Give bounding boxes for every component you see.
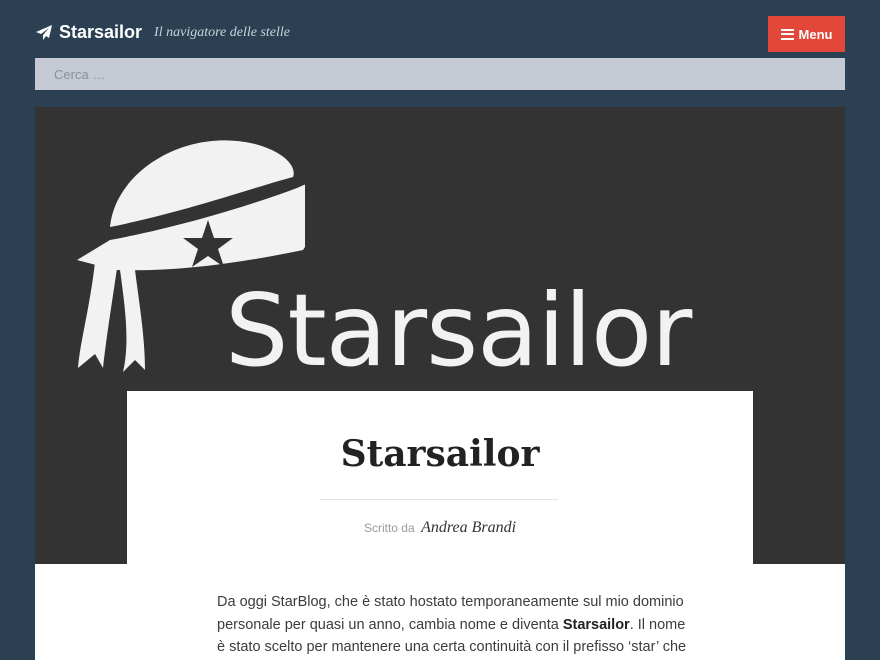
paper-plane-icon — [36, 24, 52, 40]
post-header-card: Starsailor Scritto da Andrea Brandi — [127, 391, 753, 564]
site-header: Starsailor Il navigatore delle stelle Me… — [35, 16, 845, 52]
search-input[interactable] — [35, 58, 845, 90]
title-divider — [320, 499, 558, 500]
menu-button-label: Menu — [798, 26, 833, 42]
hamburger-icon — [780, 28, 794, 40]
site-brand[interactable]: Starsailor Il navigatore delle stelle — [35, 22, 290, 43]
post-body-paragraph: Da oggi StarBlog, che è stato hostato te… — [217, 591, 687, 660]
post-byline: Scritto da Andrea Brandi — [127, 519, 753, 537]
body-text-bold: Starsailor — [562, 616, 630, 633]
menu-button[interactable]: Menu — [768, 16, 845, 52]
site-tagline: Il navigatore delle stelle — [154, 24, 290, 40]
byline-label: Scritto da — [363, 521, 415, 535]
search-bar — [35, 58, 845, 90]
post-title: Starsailor — [340, 433, 540, 475]
hero-logo-text: Starsailor — [225, 272, 692, 389]
site-title[interactable]: Starsailor — [59, 22, 142, 43]
author-link[interactable]: Andrea Brandi — [421, 519, 516, 536]
